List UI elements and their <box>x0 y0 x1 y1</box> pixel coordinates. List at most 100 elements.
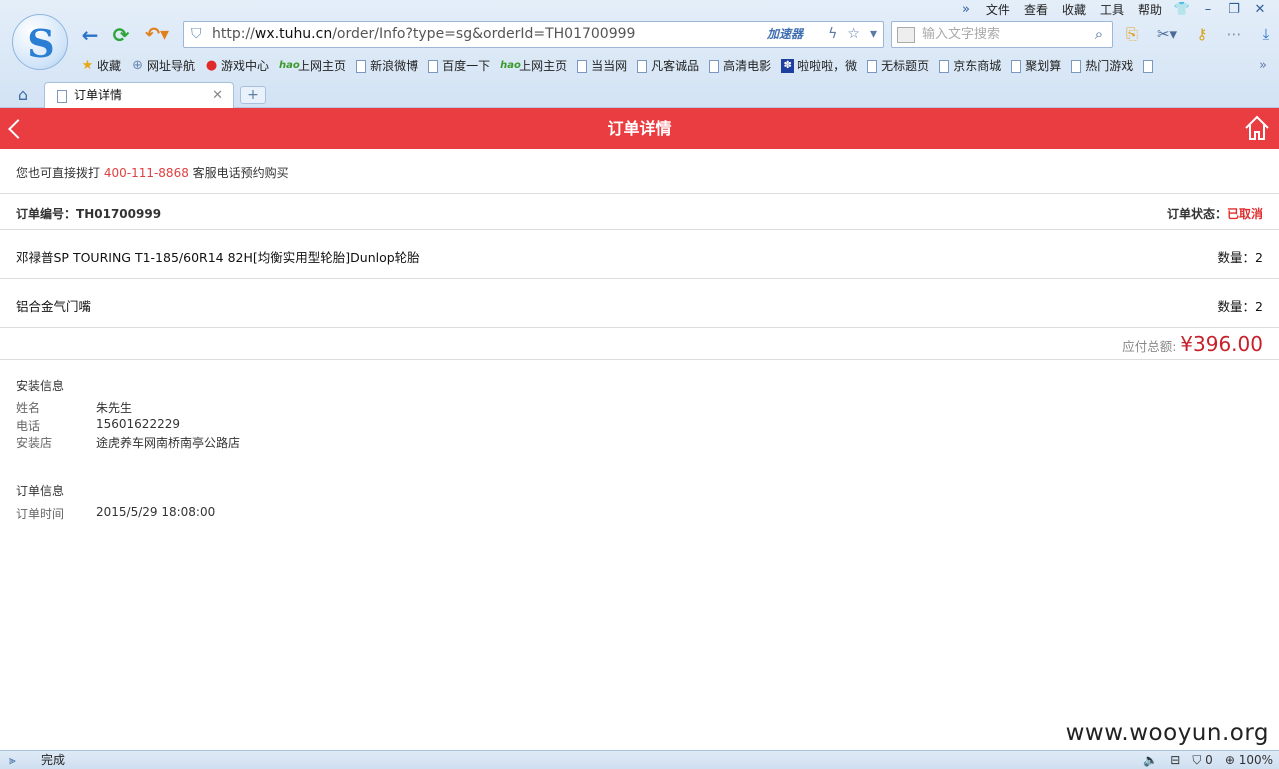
install-name-label: 姓名 <box>16 401 41 415</box>
menu-file[interactable]: 文件 <box>979 1 1017 19</box>
qty-value: 2 <box>1255 250 1263 265</box>
bookmark-label: 上网主页 <box>519 59 568 73</box>
bookmark-label: 网址导航 <box>147 59 196 73</box>
bookmark-games[interactable]: ● 游戏中心 <box>200 56 274 76</box>
clipboard-icon[interactable]: ⎘ <box>1120 23 1144 45</box>
bookmark-jd[interactable]: 京东商城 <box>934 56 1006 76</box>
status-bar: ⫸ 完成 🔈 ⊟ ⛉ 0 ⊕ 100% <box>0 750 1279 769</box>
tab-order-detail[interactable]: 订单详情 ✕ <box>44 82 234 108</box>
sogou-logo[interactable]: S <box>12 14 68 70</box>
tab-title: 订单详情 <box>74 88 123 102</box>
menu-more-icon[interactable]: » <box>953 1 979 19</box>
bookmark-homepage[interactable]: hao 上网主页 <box>274 56 351 76</box>
bookmark-nav[interactable]: ⊕ 网址导航 <box>126 56 200 76</box>
notice-prefix: 您也可直接拨打 <box>16 166 104 180</box>
volume-icon[interactable]: 🔈 <box>1143 751 1158 769</box>
order-item-row: 邓禄普SP TOURING T1-185/60R14 82H[均衡实用型轮胎]D… <box>0 230 1279 279</box>
bookmark-untitled[interactable]: 无标题页 <box>862 56 934 76</box>
bookmark-dangdang[interactable]: 当当网 <box>572 56 632 76</box>
menu-favorites[interactable]: 收藏 <box>1055 1 1093 19</box>
item-quantity: 数量：2 <box>1218 247 1263 266</box>
bookmark-label: 游戏中心 <box>221 59 270 73</box>
url-host: wx.tuhu.cn <box>254 26 333 42</box>
scissors-icon[interactable]: ✂▾ <box>1152 23 1182 45</box>
bookmark-label: 高清电影 <box>723 59 772 73</box>
zoom-icon: ⊕ <box>1224 753 1239 767</box>
address-bar[interactable]: ⛉ http://wx.tuhu.cn/order/Info?type=sg&o… <box>183 21 884 48</box>
download-icon[interactable]: ⤓ <box>1254 23 1278 45</box>
menu-tools[interactable]: 工具 <box>1093 1 1131 19</box>
key-icon[interactable]: ⚷ <box>1190 23 1214 45</box>
bookmark-favorites[interactable]: ★ 收藏 <box>76 56 126 76</box>
counter[interactable]: ⛉ 0 <box>1192 751 1212 769</box>
new-tab-button[interactable]: + <box>240 86 266 104</box>
search-engine-icon[interactable] <box>897 27 915 43</box>
order-number-row: 订单编号：TH01700999 订单状态：已取消 <box>0 194 1279 230</box>
bookmark-label: 当当网 <box>591 59 628 73</box>
bookmark-extra[interactable] <box>1138 59 1162 73</box>
undo-close-icon[interactable]: ↶▾ <box>141 23 173 47</box>
home-outline-svg <box>1245 115 1269 140</box>
bookmarks-more-icon[interactable]: » <box>1259 56 1267 76</box>
bookmark-weibo[interactable]: 新浪微博 <box>351 56 423 76</box>
url-path: /order/Info?type=sg&orderId=TH01700999 <box>332 26 636 42</box>
order-time-label: 订单时间 <box>16 507 65 521</box>
back-arrow-icon[interactable]: ← <box>78 23 102 47</box>
install-store-label: 安装店 <box>16 436 53 450</box>
minimize-icon[interactable]: – <box>1195 1 1221 19</box>
total-amount: ¥396.00 <box>1180 332 1263 356</box>
security-shield-icon: ⛉ <box>191 26 202 42</box>
notice-row: 您也可直接拨打 400-111-8868 客服电话预约购买 <box>0 149 1279 194</box>
more-dots-icon[interactable]: ⋯ <box>1222 23 1246 45</box>
bookmark-star-icon[interactable]: ☆ <box>847 22 860 47</box>
bookmark-homepage-2[interactable]: hao 上网主页 <box>495 56 572 76</box>
browser-chrome: S » 文件 查看 收藏 工具 帮助 👕 – ❐ ✕ ← ⟳ ↶▾ ⛉ http… <box>0 0 1279 108</box>
page-icon <box>428 59 439 73</box>
sidebar-toggle-icon[interactable]: ⫸ <box>9 751 16 769</box>
order-status: 订单状态：已取消 <box>1167 205 1263 222</box>
bookmark-label: 聚划算 <box>1025 59 1062 73</box>
close-tab-icon[interactable]: ✕ <box>212 83 223 108</box>
page-icon <box>577 59 588 73</box>
toolbox-icon[interactable]: ⊟ <box>1170 751 1180 769</box>
skin-icon[interactable]: 👕 <box>1169 1 1195 19</box>
back-chevron-icon[interactable] <box>4 114 28 142</box>
bookmark-juhuasuan[interactable]: 聚划算 <box>1006 56 1066 76</box>
bookmark-baidu[interactable]: 百度一下 <box>423 56 495 76</box>
bookmark-hot-games[interactable]: 热门游戏 <box>1066 56 1138 76</box>
accelerator-button[interactable]: 加速器 <box>767 22 803 47</box>
address-url[interactable]: http://wx.tuhu.cn/order/Info?type=sg&ord… <box>212 22 635 47</box>
search-input[interactable] <box>922 22 1082 47</box>
page-icon <box>1071 59 1082 73</box>
zoom[interactable]: ⊕ 100% <box>1225 751 1273 769</box>
search-icon[interactable]: ⌕ <box>1090 25 1108 43</box>
bookmark-lalala[interactable]: ✽ 啦啦啦，微 <box>776 56 862 76</box>
url-scheme: http:// <box>212 26 255 42</box>
address-dropdown-icon[interactable]: ▾ <box>870 22 877 47</box>
install-store-value: 途虎养车网南桥南亭公路店 <box>96 436 241 450</box>
qty-value: 2 <box>1255 299 1263 314</box>
refresh-icon[interactable]: ⟳ <box>109 23 133 47</box>
menu-help[interactable]: 帮助 <box>1131 1 1169 19</box>
page-icon <box>709 59 720 73</box>
home-icon[interactable]: ⌂ <box>12 85 34 105</box>
install-phone-label: 电话 <box>16 419 41 433</box>
home-outline-icon[interactable] <box>1243 114 1271 142</box>
bookmark-hd-movies[interactable]: 高清电影 <box>704 56 776 76</box>
watermark: www.wooyun.org <box>1065 720 1269 746</box>
order-item-row: 铝合金气门嘴 数量：2 <box>0 279 1279 328</box>
bookmark-vancl[interactable]: 凡客诚品 <box>632 56 704 76</box>
notice-suffix: 客服电话预约购买 <box>188 166 289 180</box>
restore-icon[interactable]: ❐ <box>1221 1 1247 19</box>
order-info-title: 订单信息 <box>16 484 65 498</box>
service-phone-link[interactable]: 400-111-8868 <box>104 166 189 180</box>
lightning-icon[interactable]: ϟ <box>828 22 837 47</box>
menu-view[interactable]: 查看 <box>1017 1 1055 19</box>
close-window-icon[interactable]: ✕ <box>1247 1 1273 19</box>
logo-s-glyph: S <box>27 21 55 66</box>
total: 应付总额: ¥396.00 <box>1122 332 1263 356</box>
page-icon <box>939 59 950 73</box>
order-status-label: 订单状态： <box>1166 207 1227 221</box>
page-icon <box>1143 59 1154 73</box>
bookmark-label: 啦啦啦，微 <box>797 59 858 73</box>
